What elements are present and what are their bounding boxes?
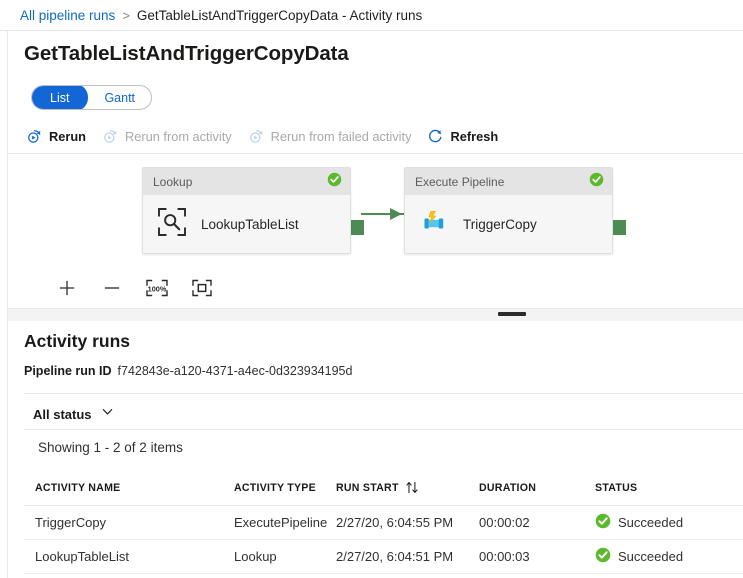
cell-duration: 00:00:02 xyxy=(479,515,595,530)
canvas-node-name: TriggerCopy xyxy=(463,217,537,232)
sort-ascending-descending-icon xyxy=(405,481,420,494)
refresh-button[interactable]: Refresh xyxy=(427,120,498,152)
lookup-magnifier-icon xyxy=(157,207,187,242)
activity-runs-table: ACTIVITY NAME ACTIVITY TYPE RUN START DU… xyxy=(24,470,743,574)
cell-run-start: 2/27/20, 6:04:55 PM xyxy=(336,515,479,530)
breadcrumb-current: GetTableListAndTriggerCopyData - Activit… xyxy=(137,8,422,23)
pipeline-run-id-label: Pipeline run ID xyxy=(24,364,112,378)
refresh-icon xyxy=(427,128,444,145)
node-output-port[interactable] xyxy=(351,220,364,235)
node-output-port[interactable] xyxy=(613,220,626,235)
panel-splitter-grip[interactable] xyxy=(498,312,526,316)
canvas-node-type: Execute Pipeline xyxy=(415,175,504,189)
canvas-node-execute-pipeline[interactable]: Execute Pipeline Tri xyxy=(404,167,613,254)
pipeline-run-id-value: f742843e-a120-4371-a4ec-0d323934195d xyxy=(118,364,353,378)
refresh-label: Refresh xyxy=(450,129,498,144)
status-badge: Succeeded xyxy=(618,515,683,530)
rerun-icon xyxy=(26,128,43,145)
cell-activity-name: LookupTableList xyxy=(24,549,234,564)
execute-pipeline-icon xyxy=(419,207,449,242)
table-header-row: ACTIVITY NAME ACTIVITY TYPE RUN START DU… xyxy=(24,470,743,506)
zoom-out-button[interactable] xyxy=(95,273,129,303)
cell-activity-name: TriggerCopy xyxy=(24,515,234,530)
view-toggle: List Gantt xyxy=(31,85,152,110)
divider xyxy=(24,429,743,430)
chevron-down-icon xyxy=(101,405,114,423)
canvas-node-name: LookupTableList xyxy=(201,217,299,232)
page-title: GetTableListAndTriggerCopyData xyxy=(24,42,349,66)
activity-runs-heading: Activity runs xyxy=(24,331,130,352)
cell-duration: 00:00:03 xyxy=(479,549,595,564)
node-status-succeeded-icon xyxy=(589,172,604,192)
rerun-from-activity-icon xyxy=(102,128,119,145)
rerun-from-failed-activity-icon xyxy=(248,128,265,145)
canvas-node-body: TriggerCopy xyxy=(405,195,612,253)
breadcrumb-separator-icon: > xyxy=(122,8,130,23)
rerun-from-activity-button[interactable]: Rerun from activity xyxy=(102,120,232,152)
canvas-node-body: LookupTableList xyxy=(143,195,350,253)
status-succeeded-icon xyxy=(595,513,611,532)
rerun-from-activity-label: Rerun from activity xyxy=(125,129,232,144)
rerun-button[interactable]: Rerun xyxy=(26,120,86,152)
activity-runs-page: All pipeline runs > GetTableListAndTrigg… xyxy=(0,0,743,578)
panel-splitter[interactable] xyxy=(8,309,743,321)
canvas-node-header: Lookup xyxy=(143,168,350,195)
node-status-succeeded-icon xyxy=(327,172,342,192)
table-row[interactable]: TriggerCopy ExecutePipeline 2/27/20, 6:0… xyxy=(24,506,743,540)
canvas-node-header: Execute Pipeline xyxy=(405,168,612,195)
zoom-reset-100-button[interactable]: 100% xyxy=(140,273,174,303)
status-filter-label: All status xyxy=(33,407,92,422)
status-badge: Succeeded xyxy=(618,549,683,564)
column-header-activity-type[interactable]: ACTIVITY TYPE xyxy=(234,482,336,494)
canvas-node-type: Lookup xyxy=(153,175,192,189)
pipeline-run-id: Pipeline run ID f742843e-a120-4371-a4ec-… xyxy=(24,364,352,378)
column-header-status[interactable]: STATUS xyxy=(595,482,725,494)
breadcrumb-link-all-pipeline-runs[interactable]: All pipeline runs xyxy=(20,8,115,23)
command-toolbar: Rerun Rerun from activity xyxy=(8,119,743,154)
status-filter-dropdown[interactable]: All status xyxy=(33,403,114,425)
canvas-node-lookup[interactable]: Lookup LookupTableList xyxy=(142,167,351,254)
rerun-from-failed-activity-button[interactable]: Rerun from failed activity xyxy=(248,120,412,152)
cell-run-start: 2/27/20, 6:04:51 PM xyxy=(336,549,479,564)
zoom-in-button[interactable] xyxy=(50,273,84,303)
cell-status: Succeeded xyxy=(595,547,725,566)
zoom-fit-to-screen-button[interactable] xyxy=(185,273,219,303)
pipeline-canvas[interactable]: Lookup LookupTableList xyxy=(8,154,743,268)
view-toggle-option-gantt[interactable]: Gantt xyxy=(88,85,151,110)
column-header-duration[interactable]: DURATION xyxy=(479,482,595,494)
cell-activity-type: ExecutePipeline xyxy=(234,515,336,530)
canvas-zoom-toolbar: 100% xyxy=(8,268,743,309)
view-toggle-option-list[interactable]: List xyxy=(31,85,88,110)
cell-activity-type: Lookup xyxy=(234,549,336,564)
column-header-run-start-label: RUN START xyxy=(336,482,399,494)
rerun-from-failed-activity-label: Rerun from failed activity xyxy=(271,129,412,144)
rerun-label: Rerun xyxy=(49,129,86,144)
table-row[interactable]: LookupTableList Lookup 2/27/20, 6:04:51 … xyxy=(24,540,743,574)
status-succeeded-icon xyxy=(595,547,611,566)
column-header-activity-name[interactable]: ACTIVITY NAME xyxy=(24,482,234,494)
divider xyxy=(24,393,743,394)
svg-text:100%: 100% xyxy=(148,284,167,293)
breadcrumb: All pipeline runs > GetTableListAndTrigg… xyxy=(0,0,743,31)
column-header-run-start[interactable]: RUN START xyxy=(336,481,479,494)
showing-count-text: Showing 1 - 2 of 2 items xyxy=(38,440,183,455)
cell-status: Succeeded xyxy=(595,513,725,532)
